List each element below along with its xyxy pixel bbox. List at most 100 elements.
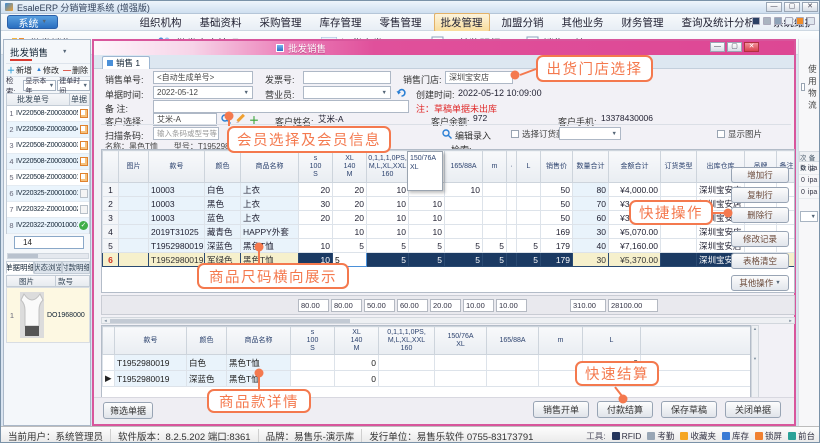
grid-cell[interactable]: 3 xyxy=(103,211,119,225)
grid-cell[interactable] xyxy=(119,225,149,239)
grid-cell[interactable] xyxy=(517,211,541,225)
close-order-button[interactable]: 关闭单据 xyxy=(725,401,781,418)
maximize-button[interactable]: ▢ xyxy=(784,2,800,12)
grid-cell[interactable]: 黑色 xyxy=(205,197,241,211)
message-icon[interactable] xyxy=(785,17,793,25)
order-row[interactable]: 4IV220508-Z00030002 xyxy=(7,154,89,170)
grid-cell[interactable] xyxy=(507,211,517,225)
grid-cell[interactable]: 白色 xyxy=(205,183,241,197)
grid-cell[interactable]: 10 xyxy=(333,225,367,239)
grid-cell[interactable]: 179 xyxy=(541,253,573,267)
grid-cell[interactable]: T1952980019 xyxy=(149,239,205,253)
column-header[interactable]: s100S xyxy=(291,327,335,355)
grid-cell[interactable] xyxy=(291,355,335,371)
menu-item-retail[interactable]: 零售管理 xyxy=(374,14,428,31)
grid-cell[interactable]: 30 xyxy=(573,225,609,239)
grid-cell[interactable] xyxy=(483,197,507,211)
other-ops-button[interactable]: 其他操作▼ xyxy=(731,275,789,291)
grid-cell[interactable] xyxy=(661,239,697,253)
grid-cell[interactable]: 上衣 xyxy=(241,211,299,225)
grid-cell[interactable] xyxy=(119,253,149,267)
menu-item-org[interactable]: 组织机构 xyxy=(134,14,188,31)
grid-cell[interactable] xyxy=(661,183,697,197)
grid-cell[interactable]: ¥4,000.00 xyxy=(609,183,661,197)
grid-cell[interactable]: 藏青色 xyxy=(205,225,241,239)
grid-cell[interactable]: 10 xyxy=(367,183,409,197)
grid-cell[interactable]: 50 xyxy=(541,211,573,225)
grid-cell[interactable]: 黑色T恤 xyxy=(241,239,299,253)
scan-input[interactable]: 输入条码或型号等▼ xyxy=(153,127,219,140)
grid-cell[interactable]: 10 xyxy=(367,211,409,225)
order-filter-select[interactable]: ▼ xyxy=(559,127,621,140)
grid-cell[interactable] xyxy=(661,225,697,239)
grid-cell[interactable] xyxy=(119,183,149,197)
menu-item-purchase[interactable]: 采购管理 xyxy=(254,14,308,31)
grid-cell[interactable]: 10 xyxy=(367,197,409,211)
grid-cell[interactable] xyxy=(507,225,517,239)
grid-cell[interactable]: 10 xyxy=(445,183,483,197)
order-no-field[interactable]: <自动生成单号> xyxy=(153,71,253,84)
delete-button[interactable]: —删除 xyxy=(62,65,89,76)
sales-row[interactable]: 42019T31025藏青色HAPPY外套10101016930¥5,070.0… xyxy=(103,225,796,239)
column-header[interactable]: s100S xyxy=(299,151,333,183)
show-image-checkbox[interactable]: 显示图片 xyxy=(717,128,762,140)
menu-item-stock[interactable]: 库存管理 xyxy=(314,14,368,31)
order-row[interactable]: 3IV220508-Z00030003 xyxy=(7,138,89,154)
menu-system-button[interactable]: 系统▼ xyxy=(7,15,58,29)
order-row[interactable]: 1IV220508-Z00030005 xyxy=(7,106,89,122)
grid-cell[interactable]: 10003 xyxy=(149,211,205,225)
open-sale-button[interactable]: 销售开单 xyxy=(533,401,589,418)
menu-item-wholesale[interactable]: 批发管理 xyxy=(434,13,490,32)
grid-cell[interactable]: 蓝色 xyxy=(205,211,241,225)
column-header[interactable]: 商品名称 xyxy=(241,151,299,183)
year-filter-select[interactable]: 显示本年▼ xyxy=(23,80,56,91)
grid-cell[interactable] xyxy=(483,211,507,225)
grid-cell[interactable]: 1 xyxy=(103,183,119,197)
column-header[interactable]: 商品名称 xyxy=(227,327,291,355)
grid-cell[interactable]: 上衣 xyxy=(241,183,299,197)
grid-cell[interactable]: 4 xyxy=(103,225,119,239)
grid-cell[interactable]: 10003 xyxy=(149,183,205,197)
grid-cell[interactable]: 0 xyxy=(335,371,379,387)
tab-sale-1[interactable]: 销售 1 xyxy=(102,56,150,69)
column-header[interactable]: L xyxy=(517,151,541,183)
column-header[interactable]: 订货类型 xyxy=(661,151,697,183)
grid-cell[interactable] xyxy=(483,183,507,197)
grid-cell[interactable] xyxy=(487,371,539,387)
store-field[interactable]: 深圳宝安店 xyxy=(445,71,513,84)
grid-cell[interactable]: 上衣 xyxy=(241,197,299,211)
edit-entry-link[interactable]: 编辑录入 xyxy=(455,129,491,142)
copy-row-button[interactable]: 复制行 xyxy=(731,187,789,203)
grid-cell[interactable]: 5 xyxy=(445,239,483,253)
dialog-minimize-button[interactable]: — xyxy=(710,42,725,52)
menu-item-franchise[interactable]: 加盟分销 xyxy=(496,14,550,31)
edit-button[interactable]: ▲修改 xyxy=(35,65,60,76)
grid-cell[interactable]: 70 xyxy=(573,197,609,211)
grid-cell[interactable]: 深蓝色 xyxy=(205,239,241,253)
grid-cell[interactable]: 30 xyxy=(573,253,609,267)
grid-hscrollbar[interactable]: ◄► xyxy=(101,317,795,324)
column-header[interactable]: 0,1,1,1,0PS,M,L,XL,XXL160 xyxy=(367,151,409,183)
grid-cell[interactable]: HAPPY外套 xyxy=(241,225,299,239)
grid-cell[interactable]: 5 xyxy=(517,253,541,267)
grid-cell[interactable]: 黑色T恤 xyxy=(227,371,291,387)
grid-cell[interactable] xyxy=(483,225,507,239)
grid-cell[interactable] xyxy=(119,197,149,211)
date-filter-select[interactable]: 建单时间▼ xyxy=(57,80,90,91)
grid-cell[interactable]: 30 xyxy=(299,197,333,211)
grid-cell[interactable]: 0 xyxy=(335,355,379,371)
grid-cell[interactable]: 50 xyxy=(541,197,573,211)
sidebar-title[interactable]: 批发销售▼ xyxy=(4,44,90,60)
grid-cell[interactable]: 5 xyxy=(367,253,409,267)
grid-cell[interactable]: T1952980019 xyxy=(149,253,205,267)
menu-item-finance[interactable]: 财务管理 xyxy=(616,14,670,31)
grid-cell[interactable]: 2019T31025 xyxy=(149,225,205,239)
grid-cell[interactable]: 179 xyxy=(541,239,573,253)
grid-cell[interactable]: 5 xyxy=(103,239,119,253)
dialog-restore-button[interactable]: ▢ xyxy=(727,42,742,52)
grid-cell[interactable]: 10 xyxy=(409,211,445,225)
order-row[interactable]: 2IV220508-Z00030004 xyxy=(7,122,89,138)
dialog-titlebar[interactable]: 批发销售 — ▢ ✕ xyxy=(94,41,794,55)
grid-cell[interactable]: 5 xyxy=(517,239,541,253)
grid-cell[interactable] xyxy=(119,239,149,253)
